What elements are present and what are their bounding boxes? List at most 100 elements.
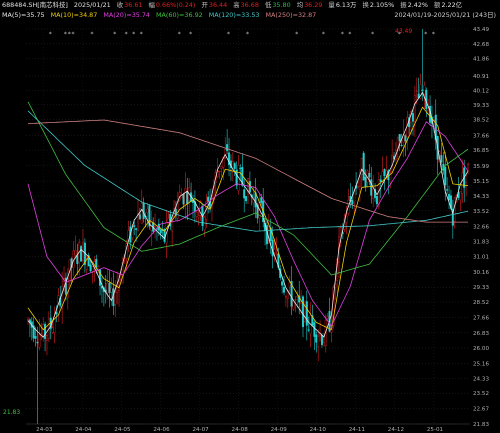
candle-body bbox=[357, 186, 360, 188]
candle-body bbox=[45, 335, 48, 341]
candle-body bbox=[38, 334, 41, 348]
volume-label: 量 bbox=[328, 1, 335, 9]
event-star-icon: * bbox=[132, 31, 135, 38]
candle-body bbox=[154, 226, 157, 228]
candle-body bbox=[36, 341, 39, 344]
candle-body bbox=[320, 335, 323, 345]
candle-body bbox=[364, 176, 367, 188]
x-tick-label: 24-11 bbox=[349, 427, 366, 433]
candlestick-chart[interactable]: * * * * * * * * * * * * * * * * * * * * * 43.49 42.68 41.86 40.… bbox=[0, 0, 500, 433]
y-tick-label: 38.52 bbox=[473, 118, 489, 124]
candle-body bbox=[385, 170, 388, 174]
high-value: 36.68 bbox=[240, 1, 259, 9]
event-star-icon: * bbox=[295, 31, 298, 38]
candle-body bbox=[302, 296, 305, 328]
y-tick-label: 32.66 bbox=[473, 225, 489, 231]
ma60-legend: MA(60)=36.92 bbox=[156, 11, 203, 19]
x-tick-label: 24-10 bbox=[310, 427, 327, 433]
y-tick-label: 24.33 bbox=[473, 376, 489, 382]
candle-body bbox=[44, 323, 47, 339]
candle-body bbox=[135, 228, 138, 230]
y-tick-label: 25.16 bbox=[473, 361, 489, 367]
candle-body bbox=[339, 227, 342, 235]
candle-body bbox=[110, 287, 113, 293]
quote-summary-row: 688484.SH[南芯科技] 2025/01/21 收36.61 幅0.66%… bbox=[2, 1, 466, 10]
turnover-label: 换 bbox=[362, 1, 369, 9]
amplitude-label: 振 bbox=[400, 1, 407, 9]
candle-body bbox=[220, 166, 223, 169]
open-value: 36.44 bbox=[208, 1, 228, 9]
volume-value: 6.13万 bbox=[335, 1, 357, 9]
y-tick-label: 33.52 bbox=[473, 209, 489, 215]
y-tick-label: 40.91 bbox=[473, 74, 489, 80]
candle-body bbox=[315, 334, 318, 343]
y-axis: 43.4942.6841.8640.9140.1239.3338.5237.66… bbox=[473, 27, 489, 428]
y-tick-label: 27.66 bbox=[473, 316, 489, 322]
y-tick-label: 36.85 bbox=[473, 148, 489, 154]
candle-body bbox=[159, 229, 162, 234]
ma5-legend: MA(5)=35.75 bbox=[2, 11, 45, 19]
event-star-icon: * bbox=[322, 31, 325, 38]
y-tick-label: 29.33 bbox=[473, 285, 489, 291]
ma-line-ma5 bbox=[27, 91, 469, 338]
event-star-icon: * bbox=[341, 31, 344, 38]
y-tick-label: 35.15 bbox=[473, 179, 489, 185]
candle-body bbox=[182, 194, 185, 205]
ma250-legend: MA(250)=32.87 bbox=[265, 11, 317, 19]
candle-body bbox=[307, 329, 310, 331]
candle-body bbox=[358, 176, 361, 187]
candle-body bbox=[412, 113, 415, 122]
ma10-legend: MA(10)=34.87 bbox=[50, 11, 98, 19]
candle-body bbox=[271, 239, 274, 257]
high-price-marker: 43.49 bbox=[395, 28, 412, 35]
ma-legend: MA(5)=35.75 MA(10)=34.87 MA(20)=35.74 MA… bbox=[2, 11, 320, 20]
candle-body bbox=[283, 286, 286, 293]
candle-body bbox=[142, 202, 145, 219]
candle-body bbox=[404, 135, 407, 142]
candle-body bbox=[281, 281, 284, 286]
x-tick-label: 24-04 bbox=[75, 427, 92, 433]
candle-body bbox=[80, 246, 83, 262]
candle-body bbox=[133, 225, 136, 227]
candle-body bbox=[51, 327, 54, 333]
event-star-icon: * bbox=[227, 31, 230, 38]
candle-body bbox=[138, 214, 141, 220]
candle-body bbox=[288, 282, 291, 288]
candle-body bbox=[74, 249, 77, 256]
candle-body bbox=[106, 282, 109, 294]
candle-body bbox=[66, 279, 69, 298]
candle-body bbox=[294, 299, 297, 301]
candle-body bbox=[296, 296, 299, 298]
candle-body bbox=[55, 312, 58, 315]
event-star-icon: * bbox=[432, 31, 435, 38]
candle-body bbox=[273, 249, 276, 253]
event-star-icon: * bbox=[64, 31, 67, 38]
moving-average-lines bbox=[27, 91, 469, 338]
y-tick-label: 26.00 bbox=[473, 346, 489, 352]
candle-body bbox=[375, 196, 378, 205]
candle-body bbox=[114, 292, 117, 305]
change-value: 0.66%(0.24) bbox=[155, 1, 196, 9]
stock-code-name: 688484.SH[南芯科技] bbox=[2, 1, 68, 9]
candle-body bbox=[108, 282, 111, 293]
date-range-label: 2024/01/19-2025/01/21 (243日) bbox=[394, 11, 496, 19]
candle-body bbox=[461, 172, 464, 195]
candle-body bbox=[317, 336, 320, 347]
event-star-icon: * bbox=[178, 31, 181, 38]
open-label: 开 bbox=[201, 1, 208, 9]
y-tick-label: 31.01 bbox=[473, 255, 489, 261]
candle-body bbox=[322, 342, 325, 347]
candle-body bbox=[379, 179, 382, 182]
grid-layer bbox=[26, 28, 470, 425]
candle-body bbox=[76, 255, 79, 264]
candle-body bbox=[197, 215, 200, 218]
close-value: 36.61 bbox=[124, 1, 143, 9]
candle-body bbox=[453, 197, 456, 222]
candle-body bbox=[446, 189, 449, 191]
x-tick-label: 24-09 bbox=[271, 427, 288, 433]
candle-body bbox=[226, 144, 229, 151]
candle-body bbox=[292, 300, 295, 310]
avg-value: 36.29 bbox=[304, 1, 323, 9]
candle-body bbox=[27, 318, 30, 321]
event-star-icon: * bbox=[246, 31, 249, 38]
